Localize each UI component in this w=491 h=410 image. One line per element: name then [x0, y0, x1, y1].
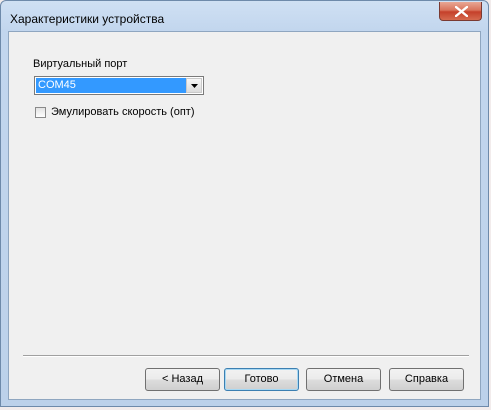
- emulate-speed-label[interactable]: Эмулировать скорость (опт): [51, 106, 195, 118]
- close-button[interactable]: [439, 2, 482, 21]
- separator: [23, 355, 469, 357]
- cancel-button[interactable]: Отмена: [306, 368, 381, 391]
- desktop-background: ▔▔▔▔▔▔▔▔▔▔▔▔▔▔ 2 2 2 Характеристики устр…: [0, 0, 491, 410]
- virtual-port-select[interactable]: COM45: [34, 76, 204, 95]
- close-icon: [455, 6, 468, 17]
- help-button[interactable]: Справка: [389, 368, 464, 391]
- back-button[interactable]: < Назад: [145, 368, 220, 391]
- title-bar[interactable]: Характеристики устройства: [1, 1, 488, 31]
- emulate-speed-checkbox[interactable]: [35, 107, 46, 118]
- device-properties-dialog: Характеристики устройства Виртуальный по…: [0, 0, 489, 407]
- virtual-port-label: Виртуальный порт: [33, 58, 128, 70]
- dialog-client-area: Виртуальный порт COM45 Эмулировать скоро…: [8, 31, 481, 400]
- dropdown-button[interactable]: [186, 78, 202, 93]
- window-title: Характеристики устройства: [10, 12, 165, 26]
- chevron-down-icon: [191, 84, 198, 88]
- finish-button[interactable]: Готово: [224, 368, 299, 391]
- virtual-port-value: COM45: [36, 78, 186, 93]
